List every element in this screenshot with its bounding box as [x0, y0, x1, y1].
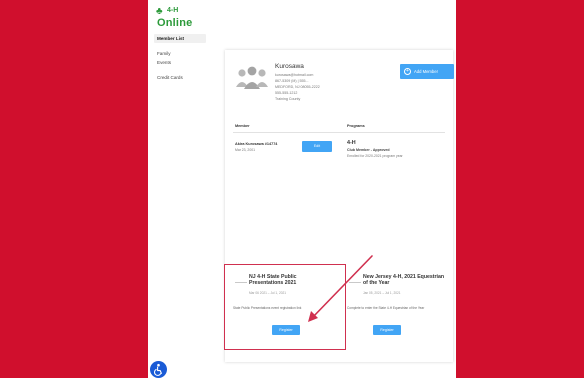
family-phone-2: 555-555-1212	[275, 91, 298, 95]
sidebar-item-family[interactable]: Family	[154, 49, 206, 58]
program-role: Club Member - Approved	[347, 148, 390, 152]
family-email: kurosawa@hotmail.com	[275, 73, 314, 77]
family-icon	[236, 66, 268, 89]
logo-text: Online	[157, 17, 193, 29]
sidebar-item-member-list[interactable]: Member List	[154, 34, 206, 43]
member-column-header: Member	[235, 124, 250, 128]
programs-column-header: Programs	[347, 124, 365, 128]
family-name: Kurosawa	[275, 63, 304, 70]
add-member-label: Add Member	[414, 69, 438, 74]
accessibility-icon	[154, 363, 162, 376]
program-name: 4-H	[347, 140, 356, 146]
sidebar-item-credit-cards[interactable]: Credit Cards	[154, 73, 206, 82]
logo-4h-text: 4-H	[167, 7, 179, 14]
4h-online-logo[interactable]: ♣ 4-H Online	[154, 6, 193, 32]
family-phone: 867-5309 (M) | 555...	[275, 79, 309, 83]
add-member-button[interactable]: + Add Member	[400, 64, 454, 79]
annotation-arrow	[308, 255, 373, 322]
accessibility-button[interactable]	[150, 361, 167, 378]
edit-member-button[interactable]: Edit	[302, 141, 332, 152]
left-red-background	[0, 0, 148, 378]
plus-circle-icon: +	[404, 68, 411, 75]
member-name[interactable]: Akira Kurosawa #14774	[235, 142, 277, 146]
column-divider	[233, 132, 445, 133]
right-red-background	[456, 0, 584, 378]
sidebar-nav: Member List Family Events Credit Cards	[154, 34, 206, 82]
clover-icon: ♣	[156, 6, 163, 17]
family-county: Training County	[275, 97, 301, 101]
family-address: MEDFORD, NJ 08055-2222	[275, 85, 320, 89]
sidebar-item-events[interactable]: Events	[154, 58, 206, 67]
member-birthdate: Mar 23, 2001	[235, 148, 255, 152]
program-note: Enrolled for 2020-2021 program year	[347, 154, 403, 158]
family-header: Kurosawa kurosawa@hotmail.com 867-5309 (…	[233, 58, 454, 116]
